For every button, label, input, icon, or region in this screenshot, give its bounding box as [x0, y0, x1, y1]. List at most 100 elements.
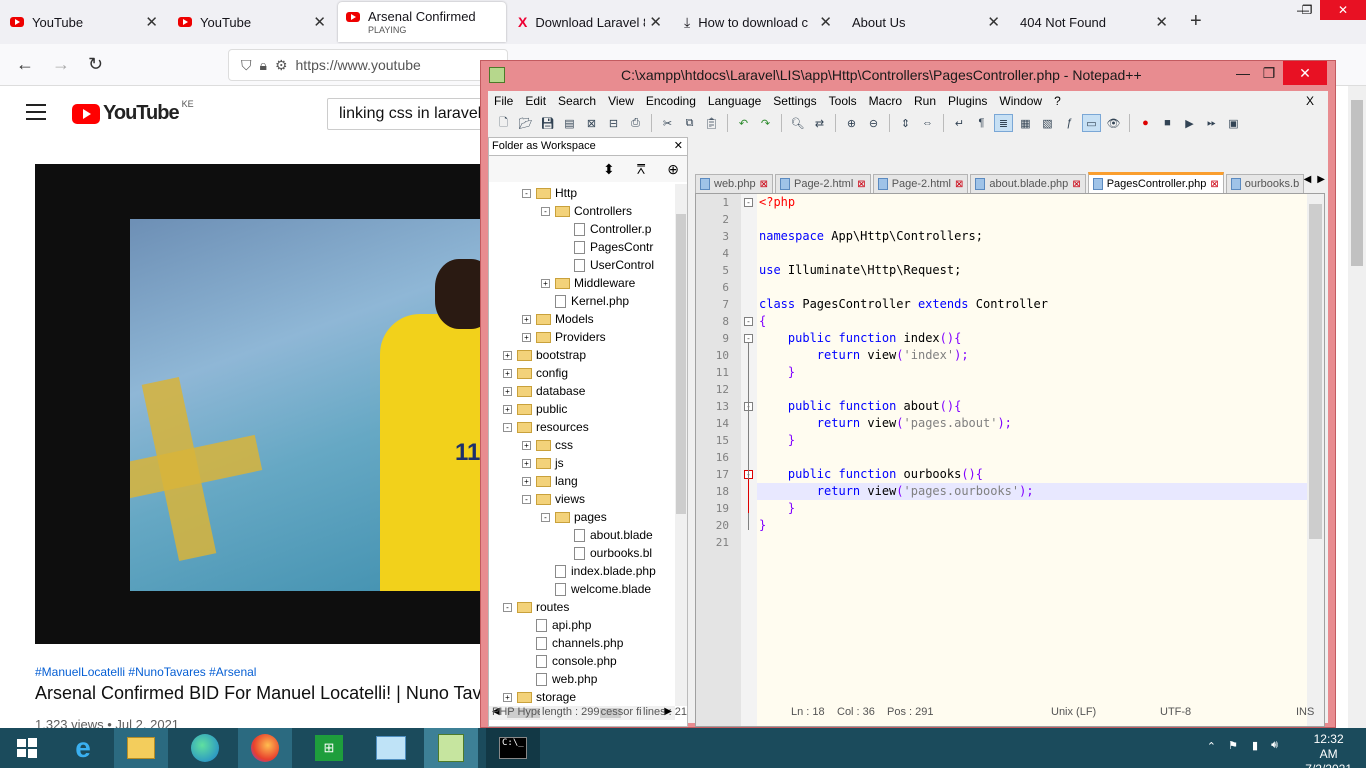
expand-icon[interactable]: + [522, 476, 531, 486]
monitoring-icon[interactable]: 👁︎ [1104, 114, 1123, 132]
tree-item[interactable]: about.blade [489, 526, 675, 544]
menu-window[interactable]: Window [993, 94, 1048, 108]
browser-tab-about[interactable]: About Us ✕ [844, 2, 1008, 42]
code-line[interactable]: public function index(){ [757, 330, 1307, 347]
npp-restore-icon[interactable]: ❐ [1251, 61, 1287, 85]
tree-item[interactable]: + Middleware [489, 274, 675, 292]
taskbar-notepadpp[interactable] [424, 728, 478, 768]
tree-scrollbar-thumb[interactable] [676, 214, 686, 514]
collapse-all-icon[interactable]: ⩞ [637, 161, 646, 178]
taskbar-ie[interactable]: e [56, 728, 110, 768]
paste-icon[interactable]: 📋︎ [702, 114, 721, 132]
sync-vertical-icon[interactable]: ⇕ [896, 114, 915, 132]
expand-icon[interactable]: + [503, 386, 512, 396]
doc-tab[interactable]: Page-2.html ⊠ [872, 174, 969, 193]
code-editor[interactable]: 123456789101112131415161718192021 ----- … [695, 193, 1325, 727]
code-line[interactable]: } [757, 432, 1307, 449]
replace-icon[interactable]: ⇄ [810, 114, 829, 132]
code-line[interactable]: public function about(){ [757, 398, 1307, 415]
indent-guide-icon[interactable]: ≣ [994, 114, 1013, 132]
collapse-icon[interactable]: - [541, 512, 550, 522]
video-player[interactable]: 11 [35, 164, 495, 644]
menu-file[interactable]: File [488, 94, 519, 108]
reload-icon[interactable]: ↻ [88, 54, 103, 75]
tree-item[interactable]: - pages [489, 508, 675, 526]
expand-icon[interactable]: + [541, 278, 550, 288]
run-macro-multiple-icon[interactable]: ⏩︎ [1202, 114, 1221, 132]
menu-plugins[interactable]: Plugins [942, 94, 993, 108]
editor-vertical-scrollbar[interactable] [1307, 194, 1324, 726]
code-line[interactable]: public function ourbooks(){ [757, 466, 1307, 483]
back-arrow-icon[interactable]: ← [16, 54, 34, 75]
tree-item[interactable]: - resources [489, 418, 675, 436]
menu-help[interactable]: ? [1048, 94, 1067, 108]
code-line[interactable] [757, 279, 1307, 296]
tree-item[interactable]: + Providers [489, 328, 675, 346]
fold-toggle-icon[interactable]: - [744, 317, 753, 326]
tree-item[interactable]: + css [489, 436, 675, 454]
menu-run[interactable]: Run [908, 94, 942, 108]
stop-macro-icon[interactable]: ■ [1158, 114, 1177, 132]
tab-close-icon[interactable]: ✕ [649, 13, 662, 31]
tree-item[interactable]: + Models [489, 310, 675, 328]
code-line[interactable] [757, 211, 1307, 228]
code-line[interactable]: } [757, 364, 1307, 381]
tree-item[interactable]: welcome.blade [489, 580, 675, 598]
tree-item[interactable]: ourbooks.bl [489, 544, 675, 562]
flag-icon[interactable]: ⚑ [1228, 739, 1238, 752]
code-line[interactable] [757, 534, 1307, 551]
browser-tab-404[interactable]: 404 Not Found ✕ [1012, 2, 1176, 42]
tab-close-icon[interactable]: ✕ [819, 13, 832, 31]
expand-icon[interactable]: + [503, 350, 512, 360]
video-hashtags[interactable]: #ManuelLocatelli #NunoTavares #Arsenal [35, 665, 256, 679]
taskbar-edge[interactable] [178, 728, 232, 768]
tab-scroll-left-icon[interactable]: ◀ [1304, 174, 1312, 185]
expand-icon[interactable]: + [522, 332, 531, 342]
word-wrap-icon[interactable]: ↵ [950, 114, 969, 132]
code-line[interactable]: return view('pages.about'); [757, 415, 1307, 432]
tab-close-icon[interactable]: ✕ [1155, 13, 1168, 31]
show-all-chars-icon[interactable]: ¶ [972, 114, 991, 132]
volume-icon[interactable]: 🔊︎ [1271, 739, 1278, 752]
tab-scroll-right-icon[interactable]: ▶ [1317, 174, 1325, 185]
record-macro-icon[interactable]: ● [1136, 114, 1155, 132]
browser-close-icon[interactable]: ✕ [1320, 0, 1366, 20]
menu-settings[interactable]: Settings [767, 94, 822, 108]
expand-icon[interactable]: + [503, 368, 512, 378]
tree-vertical-scrollbar[interactable] [675, 184, 687, 706]
zoom-in-icon[interactable]: ⊕ [842, 114, 861, 132]
code-line[interactable]: class PagesController extends Controller [757, 296, 1307, 313]
code-line[interactable]: return view('index'); [757, 347, 1307, 364]
menu-icon[interactable] [26, 104, 46, 120]
tree-item[interactable]: index.blade.php [489, 562, 675, 580]
tree-item[interactable]: + public [489, 400, 675, 418]
new-file-icon[interactable]: 🗋 [494, 114, 513, 132]
tree-item[interactable]: PagesContr [489, 238, 675, 256]
tree-item[interactable]: + js [489, 454, 675, 472]
expand-icon[interactable]: + [522, 314, 531, 324]
folder-workspace-icon[interactable]: ▭ [1082, 114, 1101, 132]
tree-item[interactable]: console.php [489, 652, 675, 670]
menu-close-doc[interactable]: X [1300, 94, 1320, 108]
browser-tab-youtube-2[interactable]: YouTube ✕ [170, 2, 334, 42]
tree-item[interactable]: - views [489, 490, 675, 508]
expand-all-icon[interactable]: ⬍ [603, 161, 615, 178]
fold-toggle-icon[interactable]: - [744, 334, 753, 343]
open-file-icon[interactable]: 📂︎ [516, 114, 535, 132]
menu-macro[interactable]: Macro [863, 94, 908, 108]
code-line[interactable]: } [757, 517, 1307, 534]
save-icon[interactable]: 💾︎ [538, 114, 557, 132]
doc-tab-close-icon[interactable]: ⊠ [1072, 179, 1080, 190]
doc-tab[interactable]: PagesController.php ⊠ [1087, 172, 1224, 193]
menu-language[interactable]: Language [702, 94, 767, 108]
youtube-logo[interactable]: YouTube KE [72, 99, 194, 125]
system-clock[interactable]: 12:32 AM 7/2/2021 [1305, 732, 1352, 777]
tree-item[interactable]: - Http [489, 184, 675, 202]
doc-tab-close-icon[interactable]: ⊠ [760, 179, 768, 190]
tree-item[interactable]: channels.php [489, 634, 675, 652]
expand-icon[interactable]: + [503, 692, 512, 702]
code-line[interactable]: return view('pages.ourbooks'); [757, 483, 1307, 500]
doc-tab[interactable]: ourbooks.b [1225, 174, 1305, 193]
browser-tab-youtube-1[interactable]: YouTube ✕ [2, 2, 166, 42]
taskbar-control-panel[interactable] [364, 728, 418, 768]
